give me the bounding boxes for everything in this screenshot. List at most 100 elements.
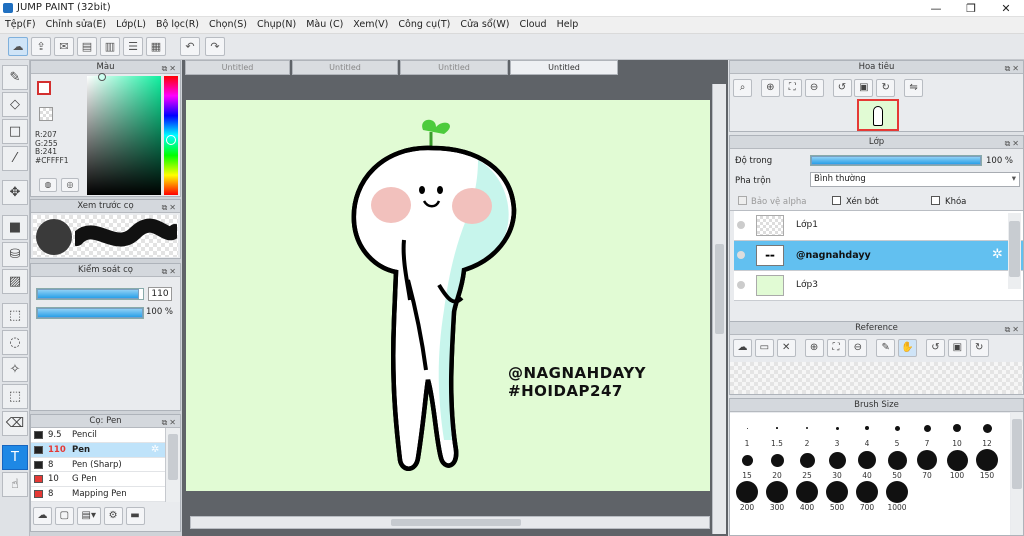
brush-item[interactable]: 9.5 Pencil	[31, 428, 165, 443]
brush-item[interactable]: 8 Mapping Pen	[31, 487, 165, 502]
fill-rect-tool-icon[interactable]: ■	[2, 215, 28, 240]
new-brush-icon[interactable]: ▢	[54, 507, 74, 525]
brush-size-option[interactable]: 500	[822, 481, 852, 513]
panel-window-buttons[interactable]: ⧉✕	[1005, 62, 1021, 75]
lock-checkbox[interactable]	[931, 196, 940, 205]
brush-size-option[interactable]: 1.5	[762, 417, 792, 449]
zoom-in-icon[interactable]: ⊕	[760, 79, 780, 97]
text-tool-icon[interactable]: T	[2, 445, 28, 470]
layer-list-scrollbar[interactable]	[1008, 213, 1021, 289]
foreground-color-swatch[interactable]	[37, 81, 51, 95]
brush-size-value[interactable]: 110	[148, 287, 172, 301]
brush-size-scrollbar[interactable]	[1011, 413, 1023, 535]
share-icon[interactable]: ⇪	[31, 37, 51, 56]
menu-file[interactable]: Tệp(F)	[0, 17, 41, 33]
brush-size-option[interactable]: 3	[822, 417, 852, 449]
flip-icon[interactable]: ⇋	[904, 79, 924, 97]
eraser-tool-icon[interactable]: ◇	[2, 92, 28, 117]
menu-help[interactable]: Help	[552, 17, 584, 33]
document-icon[interactable]: ▥	[100, 37, 120, 56]
blend-mode-select[interactable]: Bình thường ▾	[810, 172, 1020, 187]
brush-item[interactable]: 10 G Pen	[31, 472, 165, 488]
panel-window-buttons[interactable]: ⧉✕	[162, 201, 178, 214]
brush-size-option[interactable]: 700	[852, 481, 882, 513]
layer-visibility-icon[interactable]	[737, 221, 745, 229]
hand-tool-icon[interactable]: ☝	[2, 472, 28, 497]
grid-settings-icon[interactable]: ▦	[146, 37, 166, 56]
brush-folder-icon[interactable]: ▬	[125, 507, 145, 525]
brush-tool-icon[interactable]: ✎	[2, 65, 28, 90]
menu-filter[interactable]: Bộ lọc(R)	[151, 17, 204, 33]
reference-close-icon[interactable]: ✕	[776, 339, 796, 357]
panel-window-buttons[interactable]: ⧉✕	[1005, 323, 1021, 336]
menu-edit[interactable]: Chỉnh sửa(E)	[41, 17, 112, 33]
redo-icon[interactable]: ↷	[205, 37, 225, 56]
cloud-sync-icon[interactable]: ☁	[8, 37, 28, 56]
zoom-out-icon[interactable]: ⊖	[804, 79, 824, 97]
brush-item[interactable]: 8 Pen (Sharp)	[31, 458, 165, 473]
brush-size-option[interactable]: 1000	[882, 481, 912, 513]
fit-window-icon[interactable]: ⛶	[782, 79, 802, 97]
menu-tools[interactable]: Công cụ(T)	[393, 17, 455, 33]
protect-alpha-option[interactable]: Bảo vệ alpha	[738, 196, 806, 207]
menu-view[interactable]: Xem(V)	[348, 17, 393, 33]
menu-window[interactable]: Cửa sổ(W)	[455, 17, 514, 33]
navigator-thumbnail[interactable]	[857, 99, 899, 131]
brush-size-option[interactable]: 15	[732, 449, 762, 481]
rect-select-tool-icon[interactable]: ⬚	[2, 303, 28, 328]
reset-view-icon[interactable]: ▣	[854, 79, 874, 97]
brush-size-option[interactable]: 40	[852, 449, 882, 481]
layer-row[interactable]: Lớp3	[734, 271, 1023, 301]
layer-visibility-icon[interactable]	[737, 281, 745, 289]
reference-zoom-in-icon[interactable]: ⊕	[804, 339, 824, 357]
brush-size-option[interactable]: 100	[942, 449, 972, 481]
brush-size-option[interactable]: 1	[732, 417, 762, 449]
rectangle-tool-icon[interactable]: □	[2, 119, 28, 144]
move-tool-icon[interactable]: ✥	[2, 180, 28, 205]
brush-size-option[interactable]: 200	[732, 481, 762, 513]
pen-tool-icon[interactable]: ⁄	[2, 146, 28, 171]
brush-size-option[interactable]: 4	[852, 417, 882, 449]
brush-size-option[interactable]: 2	[792, 417, 822, 449]
layer-visibility-icon[interactable]	[737, 251, 745, 259]
brush-size-option[interactable]: 10	[942, 417, 972, 449]
protect-alpha-checkbox[interactable]	[738, 196, 747, 205]
layer-opacity-slider[interactable]	[810, 155, 982, 166]
reference-fit-icon[interactable]: ⛶	[826, 339, 846, 357]
reference-open-icon[interactable]: ▭	[754, 339, 774, 357]
hue-slider-handle[interactable]	[166, 135, 176, 145]
menu-capture[interactable]: Chụp(N)	[252, 17, 301, 33]
palette-icon[interactable]: ◍	[39, 178, 57, 192]
brush-size-option[interactable]: 5	[882, 417, 912, 449]
menu-cloud[interactable]: Cloud	[514, 17, 551, 33]
brush-item-selected[interactable]: 110 Pen ✲	[31, 442, 165, 458]
canvas-horizontal-scrollbar[interactable]	[190, 516, 710, 529]
layer-row[interactable]: Lớp1	[734, 211, 1023, 241]
brush-size-option[interactable]: 400	[792, 481, 822, 513]
brush-size-option[interactable]: 300	[762, 481, 792, 513]
comment-icon[interactable]: ✉	[54, 37, 74, 56]
panel-window-buttons[interactable]: ⧉✕	[1005, 137, 1021, 150]
select-eraser-tool-icon[interactable]: ⌫	[2, 411, 28, 436]
list-icon[interactable]: ☰	[123, 37, 143, 56]
brush-size-option[interactable]: 20	[762, 449, 792, 481]
select-pen-tool-icon[interactable]: ⬚	[2, 384, 28, 409]
brush-size-slider[interactable]	[36, 288, 144, 300]
rotate-left-icon[interactable]: ↺	[832, 79, 852, 97]
doc-tab-1[interactable]: Untitled	[185, 60, 290, 75]
reference-eyedropper-icon[interactable]: ✎	[876, 339, 896, 357]
rotate-right-icon[interactable]: ↻	[876, 79, 896, 97]
brush-cloud-icon[interactable]: ☁	[33, 507, 52, 525]
brush-add-menu-icon[interactable]: ▤▾	[76, 507, 101, 525]
brush-size-option[interactable]: 150	[972, 449, 1002, 481]
bucket-tool-icon[interactable]: ⛁	[2, 242, 28, 267]
brush-size-option[interactable]: 7	[912, 417, 942, 449]
close-button[interactable]: ✕	[990, 0, 1022, 17]
reference-area[interactable]	[730, 362, 1023, 394]
menu-select[interactable]: Chọn(S)	[204, 17, 252, 33]
layer-settings-gear-icon[interactable]: ✲	[992, 247, 1003, 262]
menu-layer[interactable]: Lớp(L)	[111, 17, 151, 33]
reference-cloud-icon[interactable]: ☁	[733, 339, 752, 357]
brush-size-option[interactable]: 25	[792, 449, 822, 481]
reference-reset-icon[interactable]: ▣	[947, 339, 967, 357]
